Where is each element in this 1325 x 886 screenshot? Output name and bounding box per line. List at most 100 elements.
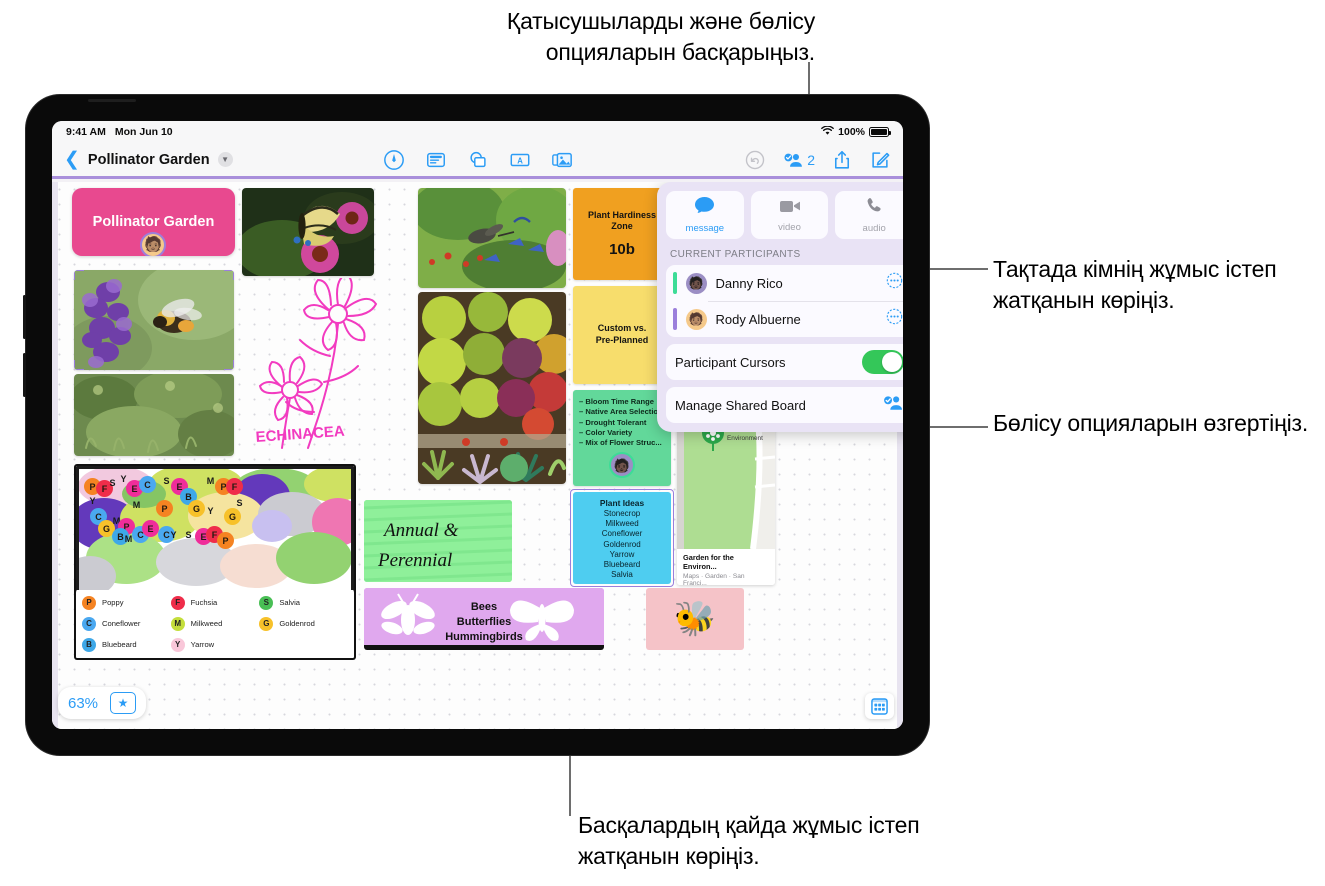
bee-card[interactable]: 🐝 xyxy=(646,588,744,650)
plant-ideas-heading: Plant Ideas xyxy=(599,498,645,508)
legend[interactable]: P Poppy F Fuchsia S Salvia C Coneflower M Milkwee… xyxy=(74,590,356,660)
legend-item: C Coneflower xyxy=(82,613,171,634)
photo-salvia-bee[interactable] xyxy=(74,270,234,370)
drawing-echinacea[interactable]: ECHINACEA xyxy=(242,278,392,453)
plot-marker: P xyxy=(217,532,234,549)
custom-note-line-1: Custom vs. xyxy=(597,323,647,334)
plot-marker: Y xyxy=(207,505,214,516)
manage-shared-board-icon xyxy=(882,394,903,417)
banner-line-3: Hummingbirds xyxy=(445,631,523,643)
more-circle-icon[interactable] xyxy=(886,272,903,294)
plot-marker: G xyxy=(224,508,241,525)
grid-icon[interactable] xyxy=(865,693,894,719)
video-button[interactable]: video xyxy=(750,191,829,239)
legend-marker: Y xyxy=(170,637,185,652)
hardiness-line-1: Plant Hardiness xyxy=(587,209,657,220)
photo-butterfly[interactable] xyxy=(242,188,374,276)
garden-plot-drawing[interactable]: PFSYECSEBMPFYCGMPBMCEMPCYGYGSEFPS xyxy=(74,464,356,604)
handwriting-line-2: Perennial xyxy=(377,550,452,571)
status-bar: 9:41 AM Mon Jun 10 100% xyxy=(52,121,903,143)
selection-corner-bl[interactable] xyxy=(74,360,84,370)
text-box-tool[interactable]: A xyxy=(509,149,531,171)
cursor-avatar-rody: 🧑🏽 xyxy=(140,232,166,256)
pen-tool[interactable] xyxy=(383,149,405,171)
participant-name: Danny Rico xyxy=(715,275,783,291)
legend-label: Salvia xyxy=(279,598,301,607)
criteria-item: – Color Variety xyxy=(579,427,633,437)
photo-groundcover[interactable] xyxy=(74,374,234,456)
selection-corner-tl[interactable] xyxy=(74,270,84,280)
toolbar-tools: A xyxy=(383,149,573,171)
drawing-label: ECHINACEA xyxy=(255,423,345,446)
status-bar-left: 9:41 AM Mon Jun 10 xyxy=(66,126,173,138)
manage-shared-board-row[interactable]: Manage Shared Board xyxy=(666,387,903,423)
map-pin-label-line2: Environment xyxy=(727,435,763,442)
legend-grid: P Poppy F Fuchsia S Salvia C Coneflower M Milkwee… xyxy=(76,590,354,655)
selection-corner-br[interactable] xyxy=(224,360,234,370)
back-chevron-icon[interactable]: ❮ xyxy=(64,150,80,169)
shapes-tool[interactable] xyxy=(467,149,489,171)
handwriting-line-1: Annual & xyxy=(382,520,459,541)
criteria-note-list: – Bloom Time Range – Native Area Selectio… xyxy=(579,397,665,448)
compose-icon[interactable] xyxy=(869,149,891,171)
plant-ideas-item: Salvia xyxy=(611,570,633,580)
plant-ideas-item: Yarrow xyxy=(609,549,635,559)
wifi-icon xyxy=(821,124,834,139)
participants-popover[interactable]: message video audio CURRENT PARTICIPANTS… xyxy=(657,182,903,432)
star-icon[interactable]: ★ xyxy=(110,692,137,714)
plot-marker: M xyxy=(132,499,141,510)
pollinators-banner[interactable]: Bees Butterflies Hummingbirds xyxy=(364,588,604,650)
plant-ideas-item: Bluebeard xyxy=(603,560,641,570)
volume-up-button[interactable] xyxy=(23,295,26,339)
zoom-control[interactable]: 63% ★ xyxy=(58,687,147,719)
message-button-label: message xyxy=(685,223,725,234)
handwriting-annual-perennial[interactable]: Annual & Perennial xyxy=(364,500,512,582)
legend-label: Yarrow xyxy=(190,640,215,649)
photo-succulents[interactable] xyxy=(418,292,566,484)
participant-cursors-row[interactable]: Participant Cursors xyxy=(666,344,903,380)
legend-label: Milkweed xyxy=(190,619,223,628)
banner-line-2: Butterflies xyxy=(457,616,511,628)
chevron-down-icon[interactable]: ▼ xyxy=(217,152,233,167)
more-circle-icon[interactable] xyxy=(886,308,903,330)
undo-icon[interactable] xyxy=(744,149,766,171)
criteria-item: – Mix of Flower Struc... xyxy=(579,438,662,447)
participant-row[interactable]: 🧑🏽 Rody Albuerne xyxy=(666,301,903,337)
custom-note-line-2: Pre-Planned xyxy=(595,335,649,345)
audio-button[interactable]: audio xyxy=(835,191,903,239)
selection-corner-tr[interactable] xyxy=(224,270,234,280)
toolbar-right: 2 xyxy=(744,149,891,171)
participants-section-header: CURRENT PARTICIPANTS xyxy=(670,249,801,260)
board-canvas[interactable]: Pollinator Garden 🧑🏽 Plant Hardiness Zon… xyxy=(52,182,903,729)
media-tool[interactable] xyxy=(551,149,573,171)
participants-button[interactable]: 2 xyxy=(782,149,815,171)
video-button-label: video xyxy=(778,221,801,233)
plant-ideas-list: Stonecrop Milkweed Coneflower Goldenrod Yarr… xyxy=(577,509,667,581)
legend-marker: M xyxy=(170,616,185,631)
manage-shared-board-label: Manage Shared Board xyxy=(675,397,806,413)
zoom-level: 63% xyxy=(68,694,99,712)
message-button[interactable]: message xyxy=(666,191,744,239)
plant-ideas-note[interactable]: Plant Ideas Stonecrop Milkweed Coneflower G… xyxy=(573,492,671,584)
title-card[interactable]: Pollinator Garden 🧑🏽 xyxy=(72,188,235,256)
participant-accent-bar xyxy=(673,308,677,330)
plot-marker: Y xyxy=(170,529,177,540)
legend-item: F Fuchsia xyxy=(170,592,260,613)
share-icon[interactable] xyxy=(831,149,853,171)
participant-cursors-toggle[interactable] xyxy=(862,350,903,374)
status-time: 9:41 AM xyxy=(66,126,106,138)
plot-marker: S xyxy=(236,497,243,508)
toolbar-left: ❮ Pollinator Garden ▼ xyxy=(64,150,233,169)
volume-down-button[interactable] xyxy=(23,353,26,397)
legend-label: Bluebeard xyxy=(102,640,137,649)
plot-marker: P xyxy=(156,500,173,517)
message-bubble-icon xyxy=(694,196,715,220)
ipad-device: 9:41 AM Mon Jun 10 100% ❮ Pollinator Gar… xyxy=(23,95,929,755)
avatar: 🧑🏿 xyxy=(685,272,707,294)
legend-marker: C xyxy=(82,616,96,631)
plot-marker: G xyxy=(188,500,205,517)
participant-row[interactable]: 🧑🏿 Danny Rico xyxy=(666,265,903,301)
photo-hummingbird[interactable] xyxy=(418,188,566,288)
plot-marker-layer: PFSYECSEBMPFYCGMPBMCEMPCYGYGSEFPS xyxy=(76,466,354,602)
sticky-note-tool[interactable] xyxy=(425,149,447,171)
